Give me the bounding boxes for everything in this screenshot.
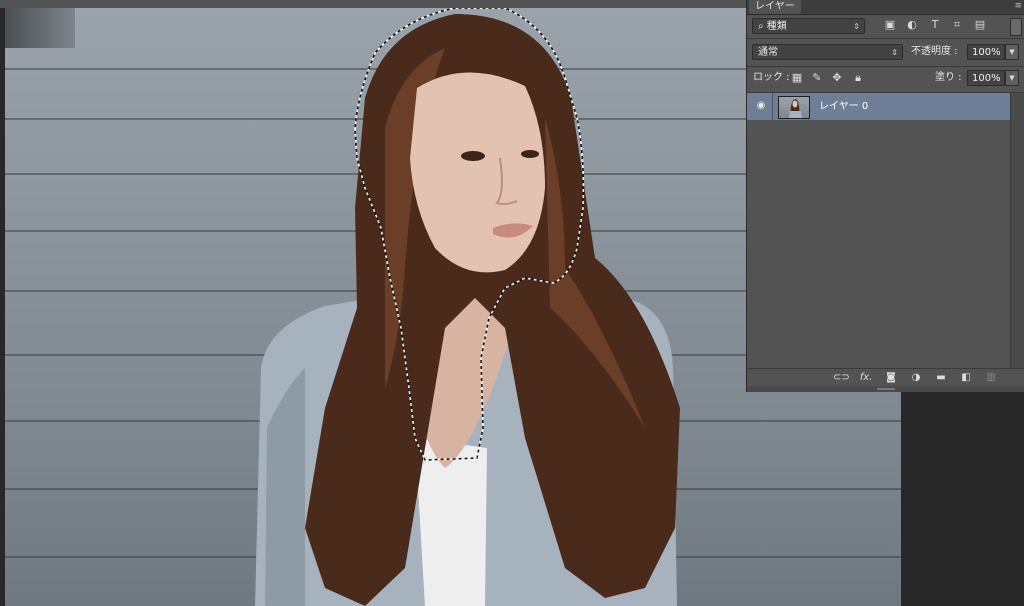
group-folder-icon[interactable]: ▬ (933, 371, 949, 385)
layers-tab[interactable]: レイヤー (749, 0, 801, 14)
visibility-eye-icon[interactable]: ◉ (753, 100, 769, 112)
layer-name[interactable]: レイヤー 0 (819, 93, 868, 120)
panel-resize-grip[interactable] (747, 386, 1024, 392)
right-eye (521, 150, 539, 158)
image-icon[interactable]: ▣ (883, 18, 897, 32)
separator (747, 66, 1024, 67)
thumbnail-image (789, 99, 802, 118)
adjustment-layer-icon[interactable]: ◑ (908, 371, 924, 385)
adjustment-icon[interactable]: ◐ (905, 18, 919, 32)
panel-menu-icon[interactable]: ≡ (1014, 1, 1022, 11)
layer-row[interactable]: ◉ レイヤー 0 (747, 93, 1010, 120)
new-layer-icon[interactable]: ◧ (958, 371, 974, 385)
search-icon: ⌕ (758, 21, 767, 32)
dropdown-arrows-icon: ⇕ (891, 48, 898, 57)
lock-image-pixels-icon[interactable]: ✎ (810, 70, 824, 86)
panel-tab-row: レイヤー ≡ (747, 0, 1024, 15)
layer-thumbnail (778, 96, 810, 119)
lock-label: ロック : (753, 72, 790, 83)
filter-kind-label: 種類 (766, 21, 787, 32)
fill-field[interactable]: 100% (967, 70, 1005, 86)
type-icon[interactable]: T (928, 18, 942, 32)
blend-mode-dropdown[interactable]: 通常 ⇕ (752, 44, 903, 60)
grip-mark (877, 388, 895, 390)
fx-icon[interactable]: fx. (858, 371, 874, 385)
white-top (415, 438, 487, 606)
trash-icon[interactable]: ▥ (983, 371, 999, 385)
opacity-label: 不透明度 : (911, 46, 958, 57)
lock-all-icon[interactable]: 🔒︎ (851, 70, 865, 86)
layers-bottom-bar: ⊂⊃ fx. ◙ ◑ ▬ ◧ ▥ (747, 368, 1024, 387)
mask-icon[interactable]: ◙ (883, 371, 899, 385)
link-icon[interactable]: ⊂⊃ (833, 371, 850, 385)
opacity-slider-button[interactable]: ▼ (1005, 44, 1019, 60)
separator (772, 93, 773, 120)
smart-object-icon[interactable]: ▤ (973, 18, 987, 32)
filter-toggle-switch[interactable] (1010, 18, 1022, 36)
lock-position-icon[interactable]: ✥ (830, 70, 844, 86)
shape-icon[interactable]: ⌗ (950, 18, 964, 32)
lock-transparent-pixels-icon[interactable]: ▦ (790, 70, 804, 86)
layers-panel: レイヤー ≡ ⌕ 種類 ⇕ ▣ ◐ T ⌗ ▤ 通常 ⇕ 不透明度 : 100%… (746, 0, 1024, 392)
layers-scrollbar[interactable] (1010, 93, 1024, 368)
opacity-field[interactable]: 100% (967, 44, 1005, 60)
blend-row: 通常 ⇕ 不透明度 : 100% ▼ (747, 42, 1024, 62)
lock-row: ロック : ▦ ✎ ✥ 🔒︎ 塗り : 100% ▼ (747, 70, 1024, 90)
dropdown-arrows-icon: ⇕ (853, 22, 860, 31)
filter-row: ⌕ 種類 ⇕ ▣ ◐ T ⌗ ▤ (747, 16, 1024, 36)
filter-kind-dropdown[interactable]: ⌕ 種類 ⇕ (752, 18, 865, 34)
left-eye (461, 151, 485, 161)
fill-label: 塗り : (935, 72, 962, 83)
fill-slider-button[interactable]: ▼ (1005, 70, 1019, 86)
blend-mode-label: 通常 (758, 47, 778, 58)
separator (747, 38, 1024, 39)
